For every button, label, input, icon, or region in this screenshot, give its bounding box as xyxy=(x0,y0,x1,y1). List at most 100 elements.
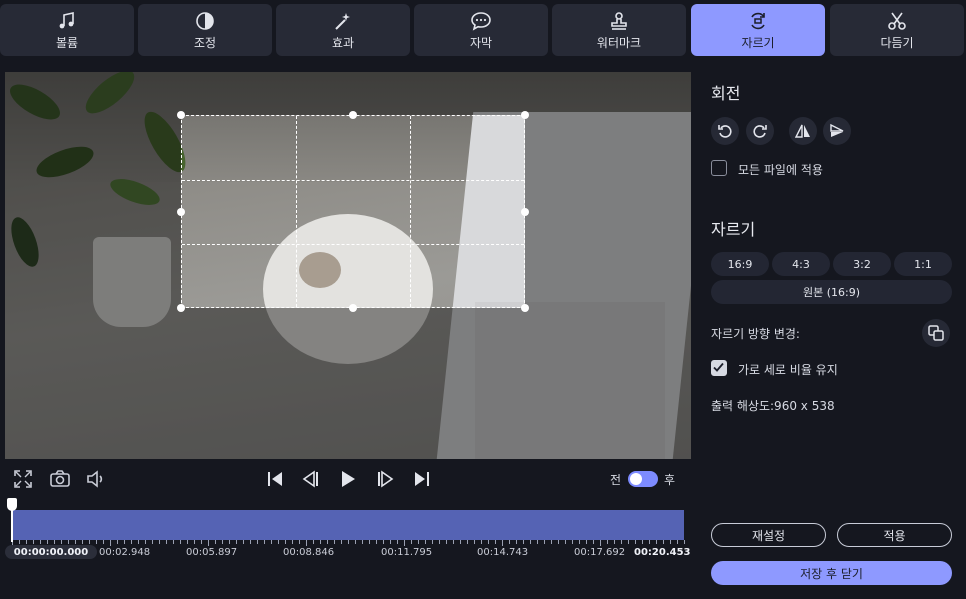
skip-to-start-icon[interactable] xyxy=(264,468,286,490)
ruler-tick xyxy=(530,540,531,544)
apply-button[interactable]: 적용 xyxy=(837,523,952,547)
ruler-tick xyxy=(173,540,174,544)
speech-bubble-icon xyxy=(470,10,492,32)
playhead-handle[interactable] xyxy=(7,498,17,511)
ruler-tick xyxy=(656,540,657,544)
fullscreen-icon[interactable] xyxy=(12,468,34,490)
ruler-tick xyxy=(642,540,643,544)
ruler-tick xyxy=(663,540,664,544)
timeline-label: 00:11.795 xyxy=(381,547,433,558)
ratio-16-9-button[interactable]: 16:9 xyxy=(711,252,769,276)
volume-icon[interactable] xyxy=(85,468,107,490)
crop-shade-bottom xyxy=(5,308,691,459)
play-icon[interactable] xyxy=(337,468,359,490)
ratio-original-button[interactable]: 원본 (16:9) xyxy=(711,280,952,304)
ruler-tick xyxy=(19,540,20,544)
ruler-tick xyxy=(628,540,629,544)
crop-handle-right[interactable] xyxy=(521,208,529,216)
tab-label: 자르기 xyxy=(741,35,775,50)
crop-handle-top-right[interactable] xyxy=(521,111,529,119)
timeline-track[interactable] xyxy=(12,510,684,540)
ruler-tick xyxy=(320,540,321,544)
timeline-ruler xyxy=(12,540,685,546)
ruler-tick xyxy=(600,540,601,546)
crop-handle-left[interactable] xyxy=(177,208,185,216)
rotate-left-icon[interactable] xyxy=(711,117,739,145)
apply-all-checkbox[interactable] xyxy=(711,160,727,176)
ratio-4-3-button[interactable]: 4:3 xyxy=(772,252,830,276)
ruler-tick xyxy=(166,540,167,544)
before-label: 전 xyxy=(610,473,622,487)
current-time: 00:00:00.000 xyxy=(5,545,97,559)
ruler-tick xyxy=(271,540,272,544)
ruler-tick xyxy=(236,540,237,544)
ruler-tick xyxy=(572,540,573,544)
ruler-tick xyxy=(397,540,398,544)
tab-label: 볼륨 xyxy=(55,35,79,50)
rotate-right-icon[interactable] xyxy=(746,117,774,145)
previous-frame-icon[interactable] xyxy=(300,468,322,490)
ruler-tick xyxy=(89,540,90,544)
crop-handle-bottom[interactable] xyxy=(349,304,357,312)
ratio-1-1-button[interactable]: 1:1 xyxy=(894,252,952,276)
camera-icon[interactable] xyxy=(49,468,71,490)
tab-subtitles[interactable]: 자막 xyxy=(414,4,548,56)
ruler-tick xyxy=(565,540,566,544)
crop-settings-panel: 회전 모든 파일에 적용 자르기 16:9 4:3 3:2 1:1 원본 (16… xyxy=(700,60,966,599)
ruler-tick xyxy=(124,540,125,544)
tab-label: 다듬기 xyxy=(880,35,914,50)
ruler-tick xyxy=(138,540,139,544)
ruler-tick xyxy=(208,540,209,546)
ruler-tick xyxy=(502,540,503,546)
next-frame-icon[interactable] xyxy=(374,468,396,490)
output-resolution: 출력 해상도:960 x 538 xyxy=(711,399,835,413)
ruler-tick xyxy=(201,540,202,544)
skip-to-end-icon[interactable] xyxy=(411,468,433,490)
save-and-close-button[interactable]: 저장 후 닫기 xyxy=(711,561,952,585)
ruler-tick xyxy=(306,540,307,546)
reset-button[interactable]: 재설정 xyxy=(711,523,826,547)
ruler-tick xyxy=(131,540,132,544)
ratio-3-2-button[interactable]: 3:2 xyxy=(833,252,891,276)
crop-frame[interactable] xyxy=(181,115,525,308)
ruler-tick xyxy=(278,540,279,544)
ruler-tick xyxy=(334,540,335,544)
ruler-tick xyxy=(327,540,328,544)
ruler-tick xyxy=(110,540,111,546)
tab-trim[interactable]: 다듬기 xyxy=(830,4,964,56)
ruler-tick xyxy=(488,540,489,544)
ruler-tick xyxy=(607,540,608,544)
crop-handle-top-left[interactable] xyxy=(177,111,185,119)
ruler-tick xyxy=(649,540,650,544)
ruler-tick xyxy=(194,540,195,544)
ruler-tick xyxy=(586,540,587,544)
ruler-tick xyxy=(677,540,678,544)
ruler-tick xyxy=(292,540,293,544)
keep-ratio-checkbox[interactable] xyxy=(711,360,727,376)
flip-horizontal-icon[interactable] xyxy=(789,117,817,145)
crop-handle-bottom-right[interactable] xyxy=(521,304,529,312)
before-after-toggle[interactable] xyxy=(628,471,658,487)
ruler-tick xyxy=(439,540,440,544)
ruler-tick xyxy=(411,540,412,544)
ruler-tick xyxy=(229,540,230,544)
crop-shade-left xyxy=(5,115,181,308)
ruler-tick xyxy=(467,540,468,544)
tab-crop[interactable]: 자르기 xyxy=(691,4,825,56)
tab-effects[interactable]: 효과 xyxy=(276,4,410,56)
tab-adjust[interactable]: 조정 xyxy=(138,4,272,56)
tab-label: 자막 xyxy=(469,35,493,50)
end-time: 00:20.453 xyxy=(634,547,691,558)
flip-vertical-icon[interactable] xyxy=(823,117,851,145)
timeline-label: 00:17.692 xyxy=(574,547,626,558)
ruler-tick xyxy=(509,540,510,544)
crop-handle-top[interactable] xyxy=(349,111,357,119)
ruler-tick xyxy=(26,540,27,544)
apply-all-label: 모든 파일에 적용 xyxy=(738,163,823,177)
swap-orientation-icon[interactable] xyxy=(922,319,950,347)
ruler-tick xyxy=(152,540,153,544)
tab-watermark[interactable]: 워터마크 xyxy=(552,4,686,56)
tab-volume[interactable]: 볼륨 xyxy=(0,4,134,56)
crop-handle-bottom-left[interactable] xyxy=(177,304,185,312)
ruler-tick xyxy=(40,540,41,544)
